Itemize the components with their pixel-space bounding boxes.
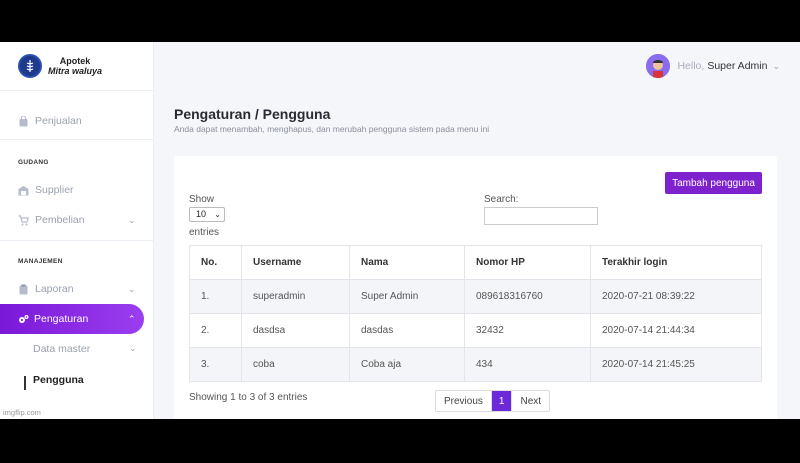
table-cell: superadmin [241,279,350,314]
sidebar-item-label: Pengaturan [34,313,89,325]
table-cell: dasdas [349,313,465,348]
section-label-gudang: GUDANG [18,159,49,166]
gears-icon [19,314,29,323]
show-label: Show [189,194,215,205]
topbar: Hello, Super Admin ⌄ [154,42,800,90]
avatar [646,54,671,78]
cart-icon [18,214,29,225]
column-header-no[interactable]: No. [189,245,242,280]
sidebar-item-label: Laporan [35,283,74,295]
table-info: Showing 1 to 3 of 3 entries [189,392,308,403]
sidebar-item-laporan[interactable]: Laporan ⌄ [18,283,136,295]
next-page-button[interactable]: Next [512,391,549,411]
clipboard-icon [19,284,28,294]
sidebar-item-label: Pembelian [35,214,85,226]
chevron-down-icon: ⌄ [128,283,136,294]
sidebar-subitem-pengguna[interactable]: Pengguna [33,374,84,386]
entries-select[interactable]: 10 ⌄ [189,207,225,222]
chevron-down-icon: ⌄ [129,343,137,353]
table-cell: 2020-07-14 21:45:25 [590,347,762,382]
brand-name: Apotek Mitra waluya [48,56,102,76]
sidebar-item-pembelian[interactable]: Pembelian ⌄ [18,214,136,226]
entries-value: 10 [196,209,207,219]
user-name: Super Admin [707,60,768,72]
column-header-nomor-hp[interactable]: Nomor HP [464,245,591,280]
user-menu[interactable]: Hello, Super Admin ⌄ [646,54,780,78]
column-header-terakhir-login[interactable]: Terakhir login [590,245,762,280]
sidebar-item-pengaturan[interactable]: Pengaturan ⌃ [0,304,144,334]
page-1-button[interactable]: 1 [491,391,513,411]
sidebar-item-label: Penjualan [35,115,82,127]
column-header-username[interactable]: Username [241,245,350,280]
column-header-nama[interactable]: Nama [349,245,465,280]
chevron-down-icon: ⌄ [772,60,780,71]
table-cell: 1. [189,279,242,314]
users-card: Tambah pengguna Show 10 ⌄ entries Search… [174,156,777,419]
chevron-down-icon: ⌄ [128,214,136,225]
table-row[interactable]: 2. dasdsa dasdas 32432 2020-07-14 21:44:… [189,313,762,348]
entries-label: entries [189,227,220,238]
page-subtitle: Anda dapat menambah, menghapus, dan meru… [174,124,490,134]
search-input[interactable] [484,207,598,225]
table-cell: Super Admin [349,279,465,314]
bag-icon [19,115,28,126]
brand-logo[interactable]: Apotek Mitra waluya [18,54,102,78]
section-label-manajemen: MANAJEMEN [18,258,63,265]
table-cell: coba [241,347,350,382]
watermark: imgflip.com [3,408,41,417]
table-row[interactable]: 1. superadmin Super Admin 089618316760 2… [189,279,762,314]
divider [0,240,154,241]
greeting-text: Hello, [677,60,705,72]
brand-line1: Apotek [59,56,91,66]
users-table: No. Username Nama Nomor HP Terakhir logi… [189,245,762,382]
table-cell: 2. [189,313,242,348]
sidebar-subitem-data-master[interactable]: Data master ⌄ [33,343,137,355]
table-cell: Coba aja [349,347,465,382]
previous-page-button[interactable]: Previous [436,391,492,411]
active-indicator [24,376,26,390]
table-header-row: No. Username Nama Nomor HP Terakhir logi… [189,245,762,280]
page-title: Pengaturan / Pengguna [174,106,331,122]
table-cell: 434 [464,347,591,382]
add-user-button[interactable]: Tambah pengguna [665,172,762,194]
app-screen: Apotek Mitra waluya Penjualan GUDANG Sup… [0,42,800,419]
table-cell: 089618316760 [464,279,591,314]
table-cell: 3. [189,347,242,382]
table-cell: 2020-07-21 08:39:22 [590,279,762,314]
search-label: Search: [484,194,519,205]
warehouse-icon [18,185,29,195]
divider [0,139,154,140]
table-row[interactable]: 3. coba Coba aja 434 2020-07-14 21:45:25 [189,347,762,382]
sidebar-item-supplier[interactable]: Supplier [18,184,74,196]
sidebar-item-penjualan[interactable]: Penjualan [18,115,82,127]
chevron-up-icon: ⌃ [128,313,136,324]
table-cell: 2020-07-14 21:44:34 [590,313,762,348]
table-cell: dasdsa [241,313,350,348]
sidebar-item-label: Supplier [35,184,74,196]
chevron-down-icon: ⌄ [214,210,221,219]
sidebar: Apotek Mitra waluya Penjualan GUDANG Sup… [0,42,154,419]
pagination: Previous 1 Next [435,390,551,412]
caduceus-icon [18,54,42,78]
divider [0,90,154,91]
sidebar-item-label: Data master [33,343,91,355]
table-cell: 32432 [464,313,591,348]
brand-line2: Mitra waluya [48,66,103,76]
